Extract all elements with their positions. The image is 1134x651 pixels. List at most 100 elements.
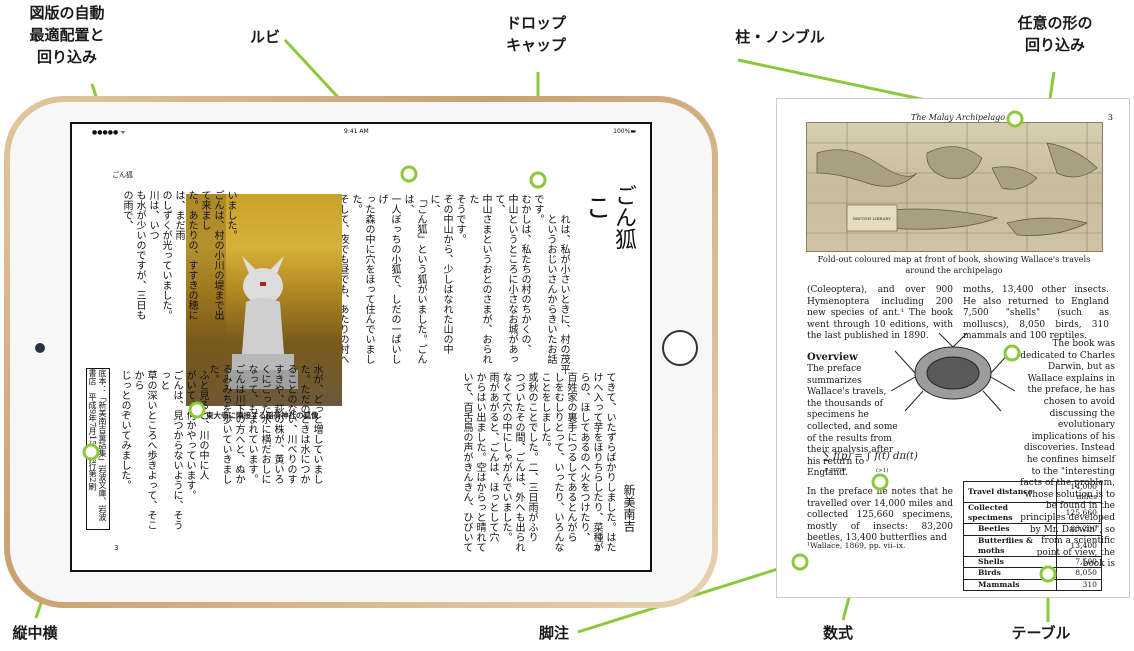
left-lower-col-2: ることのない、川べりのす xyxy=(285,364,296,484)
callout-footnote: 脚注 xyxy=(538,624,569,642)
map-caption: Fold-out coloured map at front of book, … xyxy=(817,254,1091,275)
status-time: 9:41 AM xyxy=(344,128,369,135)
right-lower-col-6: 或秋のことでした。二、三日雨がふり xyxy=(526,372,537,542)
callout-dropcap-line1: ドロップ xyxy=(505,14,566,32)
right-col-10: った森の中に穴をほって住んでいました。 xyxy=(350,194,374,364)
specimens-table: Travel distance 14,000 miles Collected spe… xyxy=(963,481,1102,591)
right-col-9: 一人ぼっちの小狐で、しだの一ぱいしげ xyxy=(376,194,400,364)
story-author: 新美南吉 xyxy=(622,484,636,532)
page-number-left: 3 xyxy=(114,544,119,552)
right-col-8: 「ごん狐」という狐がいました。ごんは、 xyxy=(402,194,426,364)
right-col-4: 中山というところに小さなお城があって、 xyxy=(493,194,517,364)
status-battery: 100%▬ xyxy=(613,128,636,135)
left-lower-col-0: 水が、どっと増していまし xyxy=(311,364,322,484)
table-cell-value: 125,660 xyxy=(1056,502,1102,524)
callout-running-head: 柱・ノンブル xyxy=(735,28,825,46)
book-page: The Malay Archipelago 3 BRITISH LIBRARY … xyxy=(776,98,1130,598)
right-lower-col-1: けへ入って芋をほりちらしたり、菜種が xyxy=(591,372,602,552)
right-col-6: そうです。 xyxy=(454,194,465,244)
left-lower-col-5: なって、もまれています。 xyxy=(246,364,257,484)
dot-ruby xyxy=(400,165,418,183)
table-row: Collected specimens 125,660 xyxy=(963,502,1102,524)
right-col-0: れは、私が小さいときに、村の茂平 xyxy=(558,214,569,374)
right-lower-col-8: なくて穴の中にしゃがんでいました。 xyxy=(500,372,511,542)
dot-formula xyxy=(871,473,889,491)
right-lower-col-4: しをむしりとって、いったり、いろんな xyxy=(552,372,563,552)
left-upper-col-3: のしずくが光っていました。川は、いつ xyxy=(147,190,171,320)
callout-shape-wrap: 任意の形の 回り込み xyxy=(1000,12,1110,56)
dropcap: こ xyxy=(581,194,611,220)
callout-auto-placement-line1: 図版の自動 xyxy=(29,4,105,22)
left-lower-col-4: くにごった水に横だおしに xyxy=(259,364,270,484)
book-col1-para3: In the preface he notes that he travelle… xyxy=(807,487,953,544)
right-lower-col-2: らの、ほしてあるのへ火をつけたり、 xyxy=(578,372,589,542)
ipad-screen: ●●●●● ᯤ 9:41 AM 100%▬ ごん狐 ごん狐 こ れは、私が小さい… xyxy=(70,122,652,572)
table-cell-value: 83,200 xyxy=(1056,523,1102,536)
table-row: Beetles 83,200 xyxy=(963,523,1102,536)
book-overview-heading: Overview xyxy=(807,352,858,363)
book-footnote: ¹Wallace, 1869, pp. vii–ix. xyxy=(807,541,906,550)
right-col-1: というおじいさんからきいたお話 xyxy=(545,214,556,364)
left-upper-col-0: いました。 xyxy=(225,190,236,240)
right-col-2: です。 xyxy=(532,194,543,224)
book-page-number: 3 xyxy=(1107,113,1113,122)
callout-dropcap: ドロップ キャップ xyxy=(486,12,586,56)
left-upper-col-4: も水が少いのですが、三日もの雨で、 xyxy=(121,190,145,320)
dot-table xyxy=(1039,565,1057,583)
callout-tatechuyoko: 縦中横 xyxy=(12,624,58,642)
right-page-upper: れは、私が小さいときに、村の茂平 というおじいさんからきいたお話 です。 むかし… xyxy=(323,194,570,384)
map-label: BRITISH LIBRARY xyxy=(853,216,891,221)
table-cell-value: 7,500 xyxy=(1056,555,1102,568)
callout-ruby: ルビ xyxy=(249,28,280,46)
right-lower-col-5: ことをしました。 xyxy=(539,372,550,452)
dot-shape-wrap xyxy=(1003,344,1021,362)
left-lower-col-6: ごんは川下の方へと、ぬか xyxy=(233,364,244,484)
left-upper-col-1: ごんは、村の小川の堤まで出て来まし xyxy=(199,190,223,320)
book-running-head: The Malay Archipelago xyxy=(911,113,1006,122)
left-lower-col-7: るみみちを歩いていきまし xyxy=(220,364,231,484)
left-lower-col-11: ごんは、見つからないように、そうっと xyxy=(158,370,182,530)
table-row: Butterflies & moths 13,400 xyxy=(963,534,1102,557)
table-cell-value: 13,400 xyxy=(1056,534,1102,557)
table-row: Shells 7,500 xyxy=(963,555,1102,568)
right-lower-col-11: いて、百舌鳥の声がきんきん、ひびいて xyxy=(461,372,472,552)
callout-shape-wrap-line2: 回り込み xyxy=(1024,36,1085,54)
right-lower-col-9: 雨があがると、ごんは、ほっとして穴 xyxy=(487,372,498,542)
table-row: Birds 8,050 xyxy=(963,567,1102,580)
page-number-right: 2 xyxy=(595,544,600,552)
dot-tatechuyoko xyxy=(82,443,100,461)
callout-shape-wrap-line1: 任意の形の xyxy=(1017,14,1093,32)
beetle-illustration-icon xyxy=(890,332,1016,412)
status-carrier: ●●●●● ᯤ xyxy=(92,129,126,136)
left-page-upper: いました。 ごんは、村の小川の堤まで出て来まし た。あたりの、すすきの穂には、ま… xyxy=(120,190,237,320)
status-bar: ●●●●● ᯤ 9:41 AM 100%▬ xyxy=(72,124,650,138)
table-row: Mammals 310 xyxy=(963,578,1102,591)
table-cell-label: Beetles xyxy=(963,523,1057,536)
left-lower-col-13: じっとのぞいてみました。 xyxy=(119,370,130,490)
table-cell-value: 14,000 miles xyxy=(1056,481,1102,503)
ipad-home-button[interactable] xyxy=(662,330,698,366)
dot-footnote xyxy=(791,553,809,571)
left-lower-col-1: た。ただのときは水につか xyxy=(298,364,309,484)
left-page-lower-left: ふと見ると、川の中に人 がいて、何かやっています。 ごんは、見つからないように、… xyxy=(118,370,209,550)
book-formula-sub-left: ρ prime xyxy=(825,467,847,473)
left-lower-col-12: 草の深いところへ歩きよって、そこから xyxy=(132,370,156,530)
right-page-lower: てきて、いたずらばかりしました。はた けへ入って芋をほりちらしたり、菜種が らの… xyxy=(460,372,616,562)
book-formula: ∑ f(p) = ∫ f(t) dπ(t) xyxy=(823,451,918,462)
right-lower-col-0: てきて、いたずらばかりしました。はた xyxy=(604,372,615,552)
table-cell-value: 310 xyxy=(1056,578,1102,591)
dot-auto-placement xyxy=(188,401,206,419)
callout-auto-placement: 図版の自動 最適配置と 回り込み xyxy=(22,2,112,68)
callout-formula: 数式 xyxy=(822,624,853,642)
right-lower-col-10: からはい出ました。空はからっと晴れて xyxy=(474,372,485,552)
callout-auto-placement-line2: 最適配置と xyxy=(29,26,105,44)
right-col-7: その中山から、少しはなれた山の中に、 xyxy=(428,194,452,354)
left-upper-col-2: た。あたりの、すすきの穂には、まだ雨 xyxy=(173,190,197,320)
map-illustration-icon: BRITISH LIBRARY xyxy=(807,123,1102,251)
table-cell-label: Collected specimens xyxy=(963,502,1057,524)
table-cell-label: Travel distance xyxy=(963,481,1057,503)
dot-dropcap xyxy=(529,171,547,189)
left-lower-col-10: がいて、何かやっています。 xyxy=(184,370,195,500)
table-row: Travel distance 14,000 miles xyxy=(963,481,1102,503)
dot-running-head xyxy=(1006,110,1024,128)
